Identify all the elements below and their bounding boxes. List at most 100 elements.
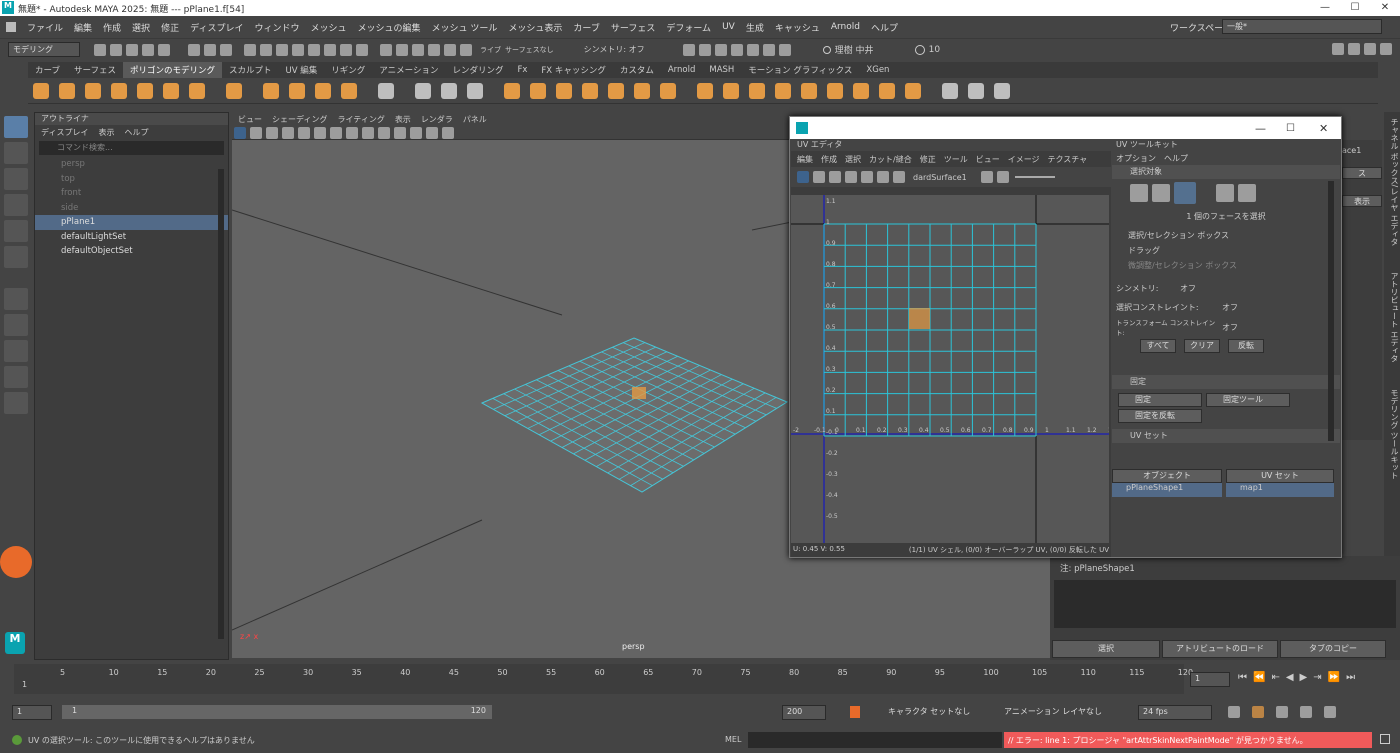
shelf-tab-surfaces[interactable]: サーフェス [67,62,123,78]
uvtk-symmetry-value[interactable]: オフ [1180,283,1196,294]
uv-canvas[interactable]: 1.1 1 0.9 0.8 0.7 0.6 0.5 0.4 0.3 0.2 0.1 -0.1 -0.2 -… [791,195,1109,543]
close-button[interactable]: ✕ [1370,0,1400,16]
outliner-item-side[interactable]: side [35,201,228,216]
user-name[interactable]: 理樹 中井 [835,43,915,56]
outliner-item-pplane1[interactable]: pPlane1 [35,215,228,230]
shelf-tab-fx[interactable]: Fx [510,63,534,77]
uv-menu-edit[interactable]: 編集 [797,154,813,165]
uvtk-clear-button[interactable]: クリア [1184,339,1220,353]
uv-shell-select-icon[interactable] [1238,184,1256,202]
menu-mesh[interactable]: メッシュ [310,21,346,34]
uv-menu-view[interactable]: ビュー [976,154,1000,165]
shelf-tab-polygon-modeling[interactable]: ポリゴンのモデリング [123,62,223,78]
svg-icon[interactable] [341,82,357,99]
render-view-icon[interactable] [762,43,775,56]
platonic-icon[interactable] [226,82,242,99]
next-key-icon[interactable]: ⇥ [1313,672,1321,683]
edge-flow-icon[interactable] [994,82,1010,99]
last-tool-icon[interactable] [4,288,28,310]
poly-torus-icon[interactable] [137,82,153,99]
vp-menu-renderer[interactable]: レンダラ [421,114,453,125]
menu-window[interactable]: ウィンドウ [254,21,299,34]
hypershade-icon[interactable] [730,43,743,56]
modeling-toolkit-toggle-icon[interactable] [1332,43,1344,55]
smooth-shade-icon[interactable] [362,126,374,139]
mirror-icon[interactable] [660,82,676,99]
edge-mask-icon[interactable] [276,43,288,56]
vertex-mask-icon[interactable] [260,43,272,56]
go-end-icon[interactable]: ⏭ [1346,672,1355,683]
uv-exposure-slider[interactable] [1014,176,1055,178]
uvtk-pin-button[interactable]: 固定 [1118,393,1202,407]
uv-filter-icon[interactable] [893,171,905,183]
outliner-item-default-object-set[interactable]: defaultObjectSet [35,244,228,259]
gate-mask-icon[interactable] [282,126,294,139]
uv-select-icon[interactable] [1216,184,1234,202]
partial-button-2[interactable]: 表示 [1342,195,1382,207]
text-icon[interactable] [315,82,331,99]
render-settings-icon[interactable] [714,43,727,56]
uv-image-icon[interactable] [996,171,1009,183]
image-plane-icon[interactable] [266,126,278,139]
collapse-icon[interactable] [905,82,921,99]
snap-view-icon[interactable] [428,43,440,56]
field-chart-icon[interactable] [314,126,326,139]
anim-prefs-icon[interactable] [1300,706,1312,718]
anim-layer-select[interactable]: アニメーション レイヤなし [1000,704,1106,720]
merge-icon[interactable] [634,82,650,99]
uv-menu-select[interactable]: 選択 [845,154,861,165]
home-icon[interactable] [6,22,16,32]
channel-box-toggle-icon[interactable] [1380,43,1392,55]
extrude-icon[interactable] [556,82,572,99]
mode-select[interactable]: モデリング [8,42,80,57]
ipr-icon[interactable] [698,43,711,56]
sound-icon[interactable] [1276,706,1288,718]
uv-exposure-icon[interactable] [980,171,993,183]
lights-icon[interactable] [394,126,406,139]
paint-select-icon[interactable] [4,168,28,190]
uv-menu-image[interactable]: イメージ [1008,154,1040,165]
record-icon[interactable] [0,546,32,578]
snap-point-icon[interactable] [412,43,424,56]
menu-edit[interactable]: 編集 [74,21,92,34]
uv-menu-create[interactable]: 作成 [821,154,837,165]
redo-icon[interactable] [158,43,170,56]
uvtk-section-selection[interactable]: 選択対象 [1112,165,1340,179]
minimize-button[interactable]: — [1310,0,1340,16]
combine-icon[interactable] [415,82,431,99]
help-icon[interactable] [340,43,352,56]
symmetry-status[interactable]: シンメトリ: オフ [584,44,645,55]
menu-mesh-display[interactable]: メッシュ表示 [508,21,562,34]
uvtk-constraint-value[interactable]: オフ [1222,302,1238,313]
char-icon[interactable] [1324,706,1336,718]
select-mask-icon[interactable] [244,43,256,56]
object-mode-icon[interactable] [204,43,216,56]
type-icon[interactable] [378,82,394,99]
attr-select-button[interactable]: 選択 [1052,640,1160,658]
boolean-icon[interactable] [853,82,869,99]
tool-settings-toggle-icon[interactable] [1364,43,1376,55]
uvtk-menu-options[interactable]: オプション [1116,153,1156,164]
separate-icon[interactable] [441,82,457,99]
camera-attr-icon[interactable] [234,126,246,139]
loop-icon[interactable] [1228,706,1240,718]
time-slider[interactable]: 5 10 15 20 25 30 35 40 45 50 55 60 65 70 75 80 85 90 95 100… [0,660,1400,700]
uv-grid-icon[interactable] [797,171,809,183]
poly-sphere-icon[interactable] [33,82,49,99]
uv-maximize-button[interactable]: ☐ [1286,123,1295,134]
menu-display[interactable]: ディスプレイ [190,21,243,34]
append-icon[interactable] [582,82,598,99]
attr-copy-tab-button[interactable]: タブのコピー [1280,640,1386,658]
shelf-tab-rigging[interactable]: リギング [324,62,372,78]
outliner-menu-display[interactable]: ディスプレイ [41,127,88,138]
vp-menu-shading[interactable]: シェーディング [272,114,327,125]
uv-checker-icon[interactable] [845,171,857,183]
fps-select[interactable]: 24 fps [1138,704,1212,720]
isolate-icon[interactable] [426,126,438,139]
shadows-icon[interactable] [410,126,422,139]
anim-start-field[interactable]: 1 [12,704,52,720]
poly-disc-icon[interactable] [189,82,205,99]
attr-note-field[interactable] [1054,580,1396,628]
outliner-item-top[interactable]: top [35,172,228,187]
snap-grid-icon[interactable] [380,43,392,56]
